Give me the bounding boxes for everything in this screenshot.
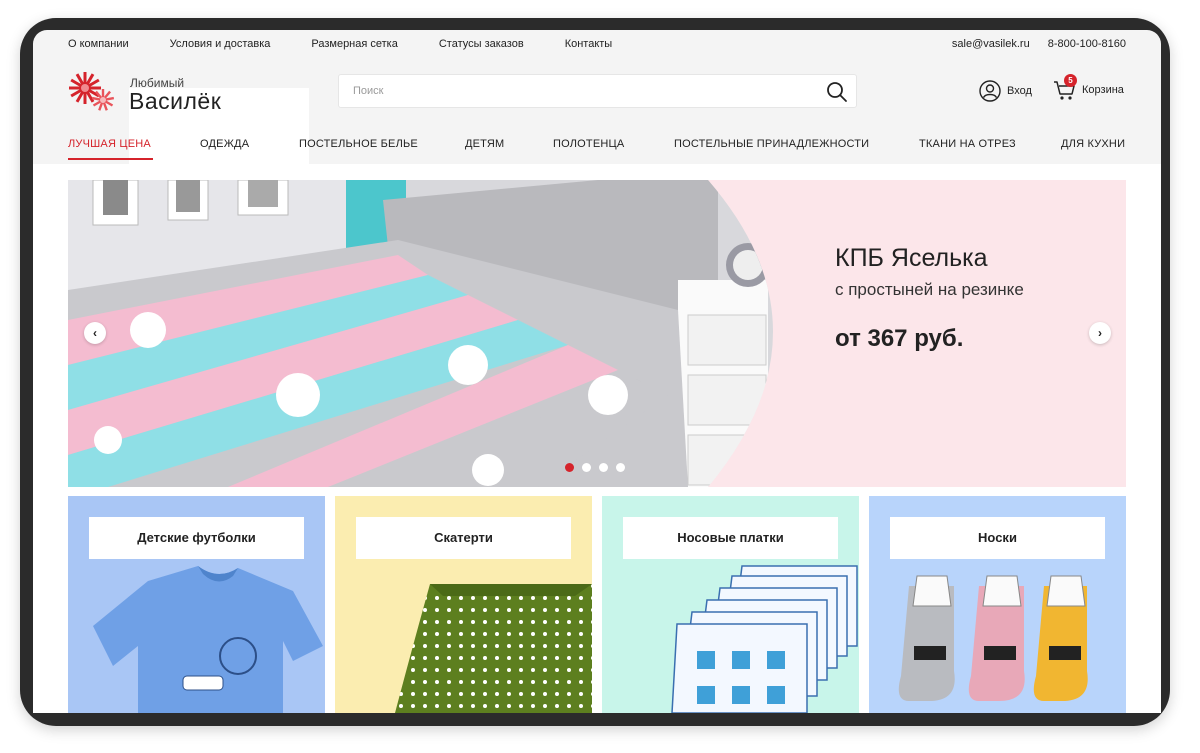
banner-subtitle: с простыней на резинке <box>835 280 1024 299</box>
banner-next-button[interactable]: › <box>1089 322 1111 344</box>
top-links: О компании Условия и доставка Размерная … <box>68 38 653 50</box>
top-link-order-status[interactable]: Статусы заказов <box>439 38 524 50</box>
nav-item-bed-accessories[interactable]: ПОСТЕЛЬНЫЕ ПРИНАДЛЕЖНОСТИ <box>674 138 869 150</box>
top-link-delivery[interactable]: Условия и доставка <box>170 38 271 50</box>
banner-title: КПБ Яселька <box>835 244 988 272</box>
category-card-socks[interactable]: Носки <box>869 496 1126 713</box>
top-contacts: sale@vasilek.ru 8-800-100-8160 <box>952 38 1126 50</box>
chevron-right-icon: › <box>1098 326 1102 340</box>
slider-dot[interactable] <box>565 463 574 472</box>
header: Любимый Василёк Вход <box>33 58 1161 637</box>
category-card-tablecloths[interactable]: Скатерти <box>335 496 592 713</box>
browser-viewport: О компании Условия и доставка Размерная … <box>33 30 1161 713</box>
cart-button[interactable]: 5 Корзина <box>1053 74 1124 102</box>
login-label: Вход <box>1007 85 1032 97</box>
cart-label: Корзина <box>1082 84 1124 96</box>
search-icon[interactable] <box>826 81 848 103</box>
slider-dots <box>565 463 625 472</box>
banner-bedding-image <box>68 180 773 487</box>
cart-count-badge: 5 <box>1064 74 1077 87</box>
search-input[interactable] <box>339 75 809 107</box>
nav-item-towels[interactable]: ПОЛОТЕНЦА <box>553 138 624 150</box>
email-link[interactable]: sale@vasilek.ru <box>952 38 1030 50</box>
category-label: Носки <box>890 517 1105 559</box>
logo-flower-icon <box>69 72 115 111</box>
top-link-about[interactable]: О компании <box>68 38 129 50</box>
category-cards: Детские футболки Скатерти Носовые платки… <box>68 496 1126 713</box>
login-button[interactable]: Вход <box>979 80 1032 102</box>
logo[interactable]: Любимый Василёк <box>67 66 309 637</box>
nav-active-underline <box>68 158 153 160</box>
slider-dot[interactable] <box>599 463 608 472</box>
user-icon <box>979 80 1001 102</box>
nav-item-fabrics[interactable]: ТКАНИ НА ОТРЕЗ <box>919 138 1016 150</box>
nav-item-kids[interactable]: ДЕТЯМ <box>465 138 504 150</box>
category-card-kids-tshirts[interactable]: Детские футболки <box>68 496 325 713</box>
nav-item-clothing[interactable]: ОДЕЖДА <box>200 138 249 150</box>
category-card-handkerchiefs[interactable]: Носовые платки <box>602 496 859 713</box>
banner-price: от 367 руб. <box>835 325 964 352</box>
category-label: Скатерти <box>356 517 571 559</box>
chevron-left-icon: ‹ <box>93 326 97 340</box>
nav-item-best-price[interactable]: ЛУЧШАЯ ЦЕНА <box>68 138 151 150</box>
category-label: Носовые платки <box>623 517 838 559</box>
category-label: Детские футболки <box>89 517 304 559</box>
top-link-size-chart[interactable]: Размерная сетка <box>311 38 397 50</box>
slider-dot[interactable] <box>616 463 625 472</box>
top-bar: О компании Условия и доставка Размерная … <box>33 30 1161 58</box>
main-nav: ЛУЧШАЯ ЦЕНА ОДЕЖДА ПОСТЕЛЬНОЕ БЕЛЬЕ ДЕТЯ… <box>33 128 1161 164</box>
main-content: КПБ Яселька с простыней на резинке от 36… <box>33 164 1161 713</box>
nav-item-kitchen[interactable]: ДЛЯ КУХНИ <box>1061 138 1125 150</box>
phone-link[interactable]: 8-800-100-8160 <box>1048 38 1126 50</box>
cart-icon-wrap: 5 <box>1053 74 1077 102</box>
top-link-contacts[interactable]: Контакты <box>565 38 613 50</box>
search-box <box>338 74 857 108</box>
banner-prev-button[interactable]: ‹ <box>84 322 106 344</box>
slider-dot[interactable] <box>582 463 591 472</box>
promo-banner[interactable]: КПБ Яселька с простыней на резинке от 36… <box>68 180 1126 487</box>
nav-item-bedding[interactable]: ПОСТЕЛЬНОЕ БЕЛЬЕ <box>299 138 418 150</box>
